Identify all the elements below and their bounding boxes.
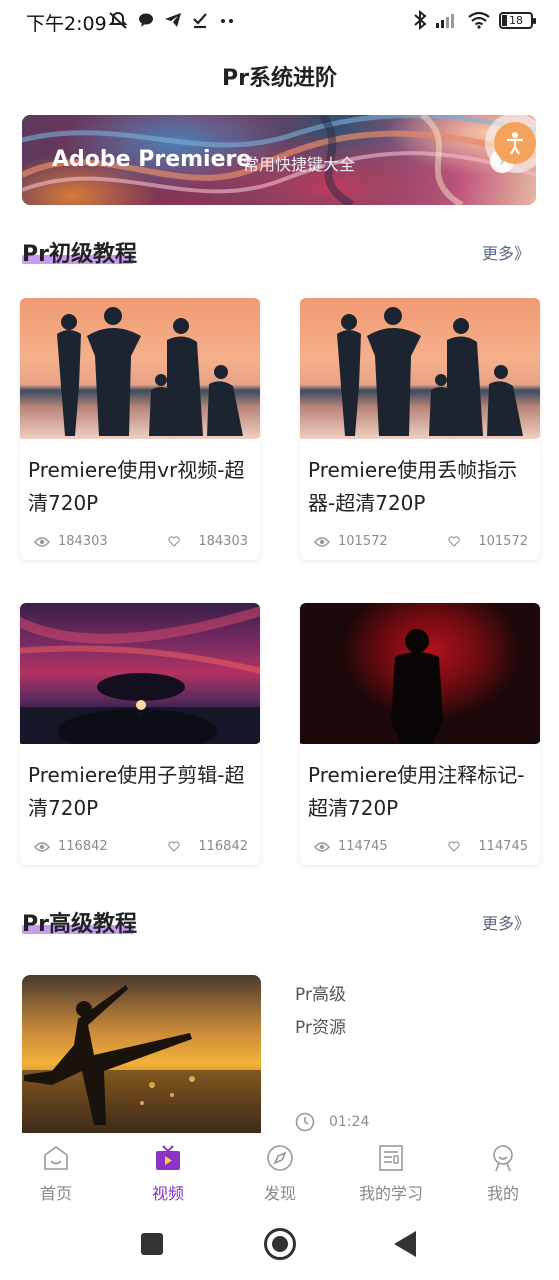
eye-icon — [34, 536, 50, 547]
heart-icon — [448, 841, 460, 852]
tab-home[interactable]: 首页 — [0, 1133, 112, 1210]
video-thumbnail — [20, 603, 260, 744]
banner-subtitle: 常用快捷键大全 — [243, 155, 356, 174]
family-silhouette-art — [337, 307, 523, 436]
advanced-section-header: Pr高级教程 更多》 — [22, 906, 536, 938]
tab-label: 发现 — [263, 1184, 296, 1203]
video-card[interactable]: Premiere使用vr视频-超清720P 184303 184303 — [20, 298, 260, 560]
video-title: Premiere使用丢帧指示器-超清720P — [308, 458, 518, 515]
family-silhouette-art — [57, 307, 243, 436]
recent-apps-button[interactable] — [141, 1233, 163, 1255]
video-stats: 184303 184303 — [34, 534, 248, 552]
system-icons: 18 — [413, 10, 536, 30]
video-title: Premiere使用子剪辑-超清720P — [28, 763, 245, 820]
notification-icons — [108, 10, 236, 30]
advanced-item-duration: 01:24 — [295, 1112, 369, 1132]
tab-label: 我的 — [486, 1184, 519, 1203]
telegram-icon — [165, 13, 181, 27]
tab-label: 视频 — [151, 1184, 184, 1203]
banner-title: Adobe Premiere — [52, 147, 252, 172]
wifi-icon — [468, 11, 490, 29]
battery-icon: 18 — [499, 11, 536, 29]
system-navigation-bar — [0, 1210, 559, 1280]
person-icon — [507, 132, 523, 155]
chat-icon — [139, 13, 153, 27]
like-count: 184303 — [198, 534, 248, 549]
download-done-icon — [193, 13, 207, 29]
eye-icon — [314, 536, 330, 547]
advanced-video-thumbnail[interactable] — [22, 975, 261, 1135]
tab-my-learning[interactable]: 我的学习 — [335, 1133, 447, 1210]
heart-icon — [448, 536, 460, 547]
bluetooth-icon — [414, 10, 427, 30]
tab-profile[interactable]: 我的 — [447, 1133, 559, 1210]
clock-icon — [295, 1112, 315, 1132]
smoke-figure-art — [391, 629, 443, 744]
back-button[interactable] — [394, 1231, 416, 1257]
like-count: 114745 — [478, 839, 528, 854]
dancer-silhouette-art — [22, 985, 261, 1135]
video-card[interactable]: Premiere使用注释标记-超清720P 114745 114745 — [300, 603, 540, 865]
user-icon — [493, 1145, 513, 1172]
video-thumbnail — [300, 298, 540, 439]
more-dots-icon — [221, 19, 233, 23]
basic-section-header: Pr初级教程 更多》 — [22, 236, 536, 268]
video-card[interactable]: Premiere使用丢帧指示器-超清720P 101572 101572 — [300, 298, 540, 560]
like-count: 101572 — [478, 534, 528, 549]
video-thumbnail — [300, 603, 540, 744]
home-icon — [44, 1146, 68, 1170]
section-title-advanced: Pr高级教程 — [22, 912, 137, 937]
shortcut-banner[interactable]: Adobe Premiere 常用快捷键大全 › — [22, 115, 536, 205]
heart-icon — [168, 841, 180, 852]
section-title-basic: Pr初级教程 — [22, 242, 137, 267]
view-count: 101572 — [338, 534, 388, 549]
tab-label: 我的学习 — [358, 1184, 423, 1203]
heart-icon — [168, 536, 180, 547]
tab-discover[interactable]: 发现 — [224, 1133, 336, 1210]
video-thumbnail — [20, 298, 260, 439]
compass-icon — [267, 1145, 293, 1171]
video-title: Premiere使用注释标记-超清720P — [308, 763, 525, 820]
tv-icon — [156, 1145, 180, 1170]
advanced-item-subtitle: Pr资源 — [295, 1018, 346, 1038]
home-button[interactable] — [264, 1228, 296, 1260]
video-card[interactable]: Premiere使用子剪辑-超清720P 116842 116842 — [20, 603, 260, 865]
bottom-tab-bar: 首页 视频 发现 我的学习 我的 — [0, 1133, 559, 1210]
eye-icon — [314, 841, 330, 852]
view-count: 184303 — [58, 534, 108, 549]
status-bar: 下午2:09 18 — [0, 0, 559, 44]
eye-icon — [34, 841, 50, 852]
tab-label: 首页 — [39, 1184, 72, 1203]
sunset-tree-art — [20, 606, 260, 744]
video-stats: 116842 116842 — [34, 839, 248, 857]
notebook-icon — [379, 1145, 403, 1171]
page-title: Pr系统进阶 — [222, 66, 337, 91]
video-title: Premiere使用vr视频-超清720P — [28, 458, 245, 515]
more-link-basic[interactable]: 更多》 — [482, 240, 530, 264]
tab-video[interactable]: 视频 — [112, 1133, 224, 1210]
mute-icon — [108, 11, 128, 29]
view-count: 116842 — [58, 839, 108, 854]
view-count: 114745 — [338, 839, 388, 854]
battery-level: 18 — [509, 13, 523, 27]
status-time: 下午2:09 — [26, 13, 107, 35]
duration-text: 01:24 — [329, 1114, 370, 1130]
advanced-item-title: Pr高级 — [295, 985, 346, 1005]
video-stats: 101572 101572 — [314, 534, 528, 552]
video-stats: 114745 114745 — [314, 839, 528, 857]
signal-icon — [436, 14, 454, 28]
like-count: 116842 — [198, 839, 248, 854]
accessibility-float-button[interactable] — [485, 113, 545, 173]
more-link-advanced[interactable]: 更多》 — [482, 910, 530, 934]
